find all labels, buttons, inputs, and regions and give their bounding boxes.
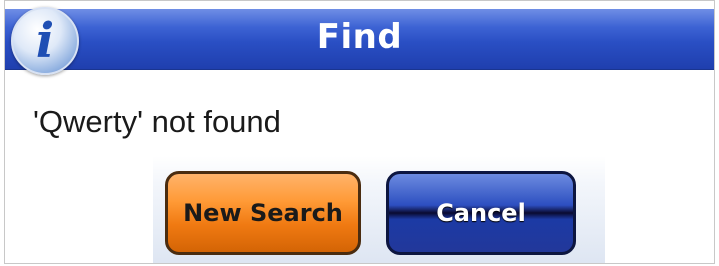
new-search-button[interactable]: New Search [165, 171, 361, 255]
cancel-button[interactable]: Cancel [386, 171, 576, 255]
find-dialog: Find i 'Qwerty' not found New Search Can… [4, 0, 715, 264]
button-area: New Search Cancel [153, 156, 605, 263]
dialog-title: Find [316, 17, 403, 57]
info-icon-glyph: i [35, 13, 55, 69]
title-bar: Find [5, 9, 714, 70]
not-found-message: 'Qwerty' not found [33, 104, 281, 139]
info-icon: i [11, 7, 79, 75]
